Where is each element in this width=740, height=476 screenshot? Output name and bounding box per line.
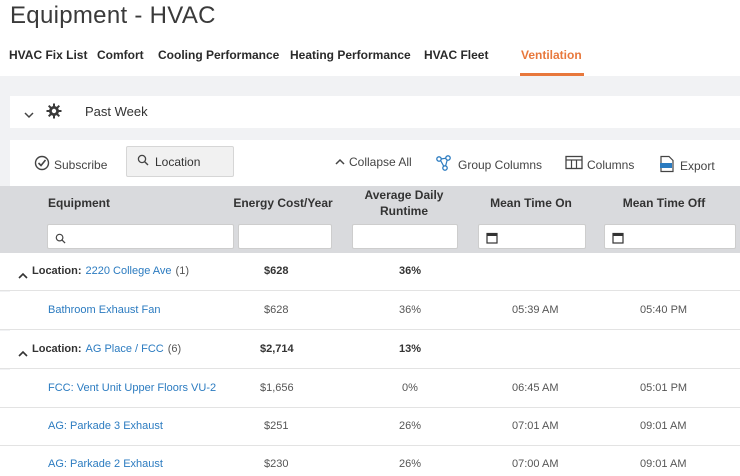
group-label-prefix: Location: xyxy=(32,265,82,277)
chevron-up-icon[interactable] xyxy=(18,345,28,363)
search-icon xyxy=(55,231,66,249)
group-runtime: 13% xyxy=(399,343,422,355)
group-count: (1) xyxy=(175,265,189,277)
equipment-link[interactable]: AG: Parkade 2 Exhaust xyxy=(48,458,163,470)
energy-cost-cell: $1,656 xyxy=(260,382,294,394)
group-label: Location: AG Place / FCC (6) xyxy=(32,343,181,355)
group-label: Location: 2220 College Ave (1) xyxy=(32,265,189,277)
mean-time-on-filter-input[interactable] xyxy=(478,224,586,249)
grid-header: Equipment Energy Cost/Year Average Daily… xyxy=(0,186,740,253)
export-button[interactable]: Export xyxy=(658,155,715,176)
table-row: Bathroom Exhaust Fan $628 36% 05:39 AM 0… xyxy=(0,292,740,330)
group-row: Location: 2220 College Ave (1) $628 36% xyxy=(0,253,740,291)
column-header-mean-time-on[interactable]: Mean Time On xyxy=(478,196,584,211)
page-title: Equipment - HVAC xyxy=(10,2,216,29)
runtime-cell: 26% xyxy=(399,420,422,432)
group-label-prefix: Location: xyxy=(32,343,82,355)
grid-toolbar: Subscribe Location Collapse All Group Co… xyxy=(10,140,740,186)
equipment-link[interactable]: AG: Parkade 3 Exhaust xyxy=(48,420,163,432)
search-icon xyxy=(137,154,149,169)
subscribe-button[interactable]: Subscribe xyxy=(34,155,107,174)
check-circle-icon xyxy=(34,155,50,174)
export-icon xyxy=(658,155,676,176)
runtime-cell: 26% xyxy=(399,458,422,470)
runtime-cell: 36% xyxy=(399,304,422,316)
mean-time-off-filter-input[interactable] xyxy=(604,224,736,249)
equipment-filter-input[interactable] xyxy=(47,224,234,249)
tab-hvac-fix-list[interactable]: HVAC Fix List xyxy=(9,48,87,62)
search-input[interactable]: Location xyxy=(126,146,234,177)
collapse-all-label: Collapse All xyxy=(349,155,412,169)
column-header-mean-time-off[interactable]: Mean Time Off xyxy=(606,196,722,211)
table-row: AG: Parkade 3 Exhaust $251 26% 07:01 AM … xyxy=(0,408,740,446)
tab-bar: HVAC Fix List Comfort Cooling Performanc… xyxy=(0,40,740,76)
grid-panel: Subscribe Location Collapse All Group Co… xyxy=(0,140,740,476)
export-label: Export xyxy=(680,158,715,173)
tab-comfort[interactable]: Comfort xyxy=(97,48,144,62)
column-header-average-runtime-line2[interactable]: Runtime xyxy=(352,204,456,219)
tab-ventilation[interactable]: Ventilation xyxy=(521,48,582,62)
energy-cost-cell: $251 xyxy=(264,420,289,432)
runtime-cell: 0% xyxy=(402,382,418,394)
columns-icon xyxy=(565,155,583,174)
chevron-up-icon[interactable] xyxy=(18,267,28,285)
group-columns-label: Group Columns xyxy=(458,157,543,172)
mean-time-on-cell: 07:00 AM xyxy=(512,458,559,470)
group-columns-icon xyxy=(436,155,454,174)
tab-cooling-performance[interactable]: Cooling Performance xyxy=(158,48,279,62)
mean-time-off-cell: 09:01 AM xyxy=(640,458,687,470)
mean-time-on-cell: 07:01 AM xyxy=(512,420,559,432)
energy-cost-filter-input[interactable] xyxy=(238,224,332,249)
filter-bar: Past Week xyxy=(10,96,740,128)
group-location-link[interactable]: 2220 College Ave xyxy=(86,265,172,277)
group-row: Location: AG Place / FCC (6) $2,714 13% xyxy=(0,331,740,369)
columns-label: Columns xyxy=(587,157,635,172)
table-row: AG: Parkade 2 Exhaust $230 26% 07:00 AM … xyxy=(0,446,740,476)
columns-button[interactable]: Columns xyxy=(565,155,634,174)
collapse-all-button[interactable]: Collapse All xyxy=(335,155,412,169)
calendar-icon[interactable] xyxy=(612,231,624,249)
equipment-link[interactable]: Bathroom Exhaust Fan xyxy=(48,304,161,316)
energy-cost-cell: $628 xyxy=(264,304,289,316)
group-runtime: 36% xyxy=(399,265,422,277)
energy-cost-cell: $230 xyxy=(264,458,289,470)
column-header-average-runtime-line1[interactable]: Average Daily xyxy=(352,188,456,203)
table-row: FCC: Vent Unit Upper Floors VU-2 $1,656 … xyxy=(0,370,740,408)
column-header-energy-cost[interactable]: Energy Cost/Year xyxy=(232,196,334,211)
runtime-filter-input[interactable] xyxy=(352,224,458,249)
tab-hvac-fleet[interactable]: HVAC Fleet xyxy=(424,48,488,62)
group-count: (6) xyxy=(167,343,182,355)
group-location-link[interactable]: AG Place / FCC xyxy=(86,343,164,355)
subscribe-label: Subscribe xyxy=(54,157,108,172)
group-energy-cost: $2,714 xyxy=(260,343,294,355)
search-value: Location xyxy=(155,154,201,169)
chevron-down-icon[interactable] xyxy=(24,106,34,124)
gear-icon[interactable] xyxy=(46,103,62,124)
group-columns-button[interactable]: Group Columns xyxy=(436,155,542,174)
mean-time-on-cell: 05:39 AM xyxy=(512,304,559,316)
period-selector[interactable]: Past Week xyxy=(85,104,148,119)
tab-heating-performance[interactable]: Heating Performance xyxy=(290,48,411,62)
calendar-icon[interactable] xyxy=(486,231,498,249)
mean-time-off-cell: 05:01 PM xyxy=(640,382,688,394)
mean-time-off-cell: 09:01 AM xyxy=(640,420,687,432)
column-header-equipment[interactable]: Equipment xyxy=(48,196,148,211)
group-energy-cost: $628 xyxy=(264,265,289,277)
mean-time-on-cell: 06:45 AM xyxy=(512,382,559,394)
equipment-link[interactable]: FCC: Vent Unit Upper Floors VU-2 xyxy=(48,382,216,394)
mean-time-off-cell: 05:40 PM xyxy=(640,304,688,316)
chevron-up-icon xyxy=(335,155,345,169)
